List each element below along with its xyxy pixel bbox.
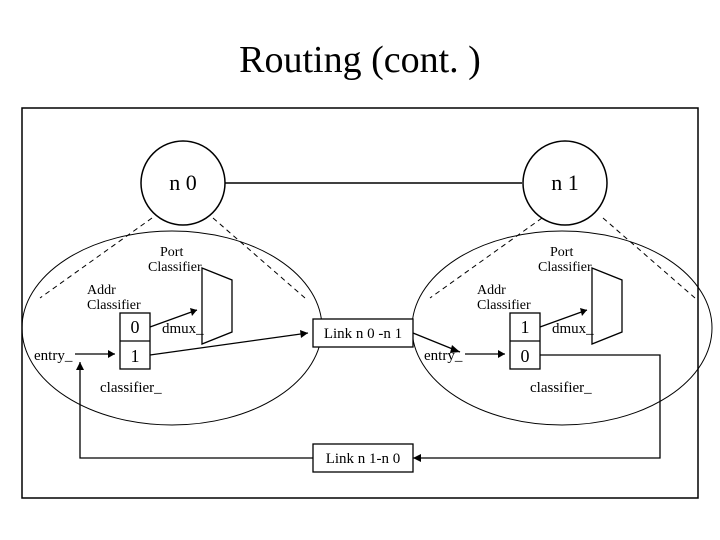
dmux-label-left: dmux_ [162, 321, 204, 337]
port-classifier-left [202, 268, 232, 344]
port-label-left-l2: Classifier [148, 260, 202, 275]
node-label-n0: n 0 [169, 170, 197, 195]
addr-slot-bot-right: 0 [521, 346, 530, 366]
port-label-right-l1: Port [550, 245, 573, 260]
addr-slot-bot-left: 1 [131, 346, 140, 366]
addr-label-left-l1: Addr [87, 283, 116, 298]
classifier-label-left: classifier_ [100, 380, 162, 396]
link-label-forward: Link n 0 -n 1 [324, 326, 402, 342]
node-label-n1: n 1 [551, 170, 579, 195]
port-label-right-l2: Classifier [538, 260, 592, 275]
classifier-label-right: classifier_ [530, 380, 592, 396]
port-classifier-right [592, 268, 622, 344]
addr-slot-top-left: 0 [131, 317, 140, 337]
diagram-canvas: n 0 Port Classifier Addr Classifier 0 1 … [0, 0, 720, 540]
port-label-left-l1: Port [160, 245, 183, 260]
addr-label-right-l2: Classifier [477, 298, 531, 313]
addr-slot-top-right: 1 [521, 317, 530, 337]
addr-label-right-l1: Addr [477, 283, 506, 298]
path-n1-to-linkback [413, 355, 660, 458]
path-linkback-to-n0 [80, 362, 313, 458]
addr-label-left-l2: Classifier [87, 298, 141, 313]
link-label-back: Link n 1-n 0 [326, 451, 401, 467]
entry-label-left: entry_ [34, 348, 73, 364]
dmux-label-right: dmux_ [552, 321, 594, 337]
